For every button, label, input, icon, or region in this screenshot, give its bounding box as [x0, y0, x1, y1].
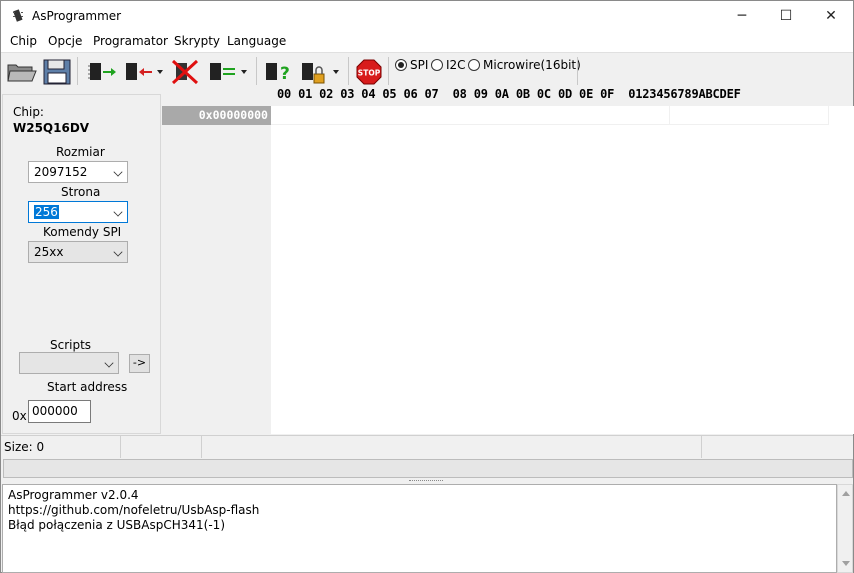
- verify-chip-icon[interactable]: [207, 57, 251, 87]
- chevron-down-icon: [113, 207, 123, 217]
- scripts-label: Scripts: [50, 338, 92, 352]
- toolbar-separator: [577, 57, 578, 85]
- log-line: Błąd połączenia z USBAspCH341(-1): [8, 518, 225, 532]
- chevron-down-icon: [113, 247, 123, 257]
- status-cell: [121, 436, 202, 458]
- page-select[interactable]: 256: [28, 201, 128, 223]
- log-scrollbar[interactable]: [837, 484, 853, 573]
- toolbar: ? STOP SPI I2C Microwire(16bit): [1, 52, 853, 90]
- menu-language[interactable]: Language: [227, 34, 286, 48]
- radio-spi-label: SPI: [410, 58, 429, 72]
- radio-i2c[interactable]: I2C: [431, 58, 466, 72]
- log-line: https://github.com/nofeletru/UsbAsp-flas…: [8, 503, 260, 517]
- hex-prefix-label: 0x: [12, 409, 27, 423]
- radio-microwire-indicator[interactable]: [468, 59, 480, 71]
- address-cell: 0x00000000: [162, 106, 271, 125]
- save-file-icon[interactable]: [42, 57, 72, 87]
- menu-opcje[interactable]: Opcje: [48, 34, 82, 48]
- size-value: 2097152: [34, 165, 88, 179]
- toolbar-separator: [77, 57, 78, 85]
- read-chip-icon[interactable]: [87, 57, 119, 87]
- page-label: Strona: [61, 185, 101, 199]
- toolbar-separator: [348, 57, 349, 85]
- minimize-button[interactable]: ─: [719, 1, 765, 31]
- window-title: AsProgrammer: [32, 9, 122, 23]
- status-bar: Size: 0: [1, 435, 853, 458]
- radio-spi-indicator[interactable]: [395, 59, 407, 71]
- menu-bar: Chip Opcje Programator Skrypty Language: [1, 31, 853, 52]
- progress-bar: [3, 459, 853, 478]
- row-divider: [271, 124, 829, 125]
- svg-text:?: ?: [280, 64, 290, 84]
- start-address-label: Start address: [47, 380, 128, 394]
- status-cell: [702, 436, 853, 458]
- run-script-button[interactable]: ->: [129, 354, 150, 373]
- radio-microwire-label: Microwire(16bit): [483, 58, 581, 72]
- toolbar-separator: [388, 57, 389, 85]
- column-divider: [828, 106, 829, 125]
- status-size: Size: 0: [1, 436, 121, 458]
- column-divider: [669, 106, 670, 125]
- close-button[interactable]: ✕: [808, 1, 854, 31]
- hex-column-header: 00 01 02 03 04 05 06 07 08 09 0A 0B 0C 0…: [277, 87, 741, 101]
- page-value: 256: [34, 205, 59, 219]
- check-blank-icon[interactable]: ?: [263, 57, 295, 87]
- address-column: [162, 106, 271, 434]
- spi-commands-select[interactable]: 25xx: [28, 241, 128, 263]
- log-output[interactable]: AsProgrammer v2.0.4 https://github.com/n…: [2, 484, 837, 573]
- status-cell: [202, 436, 702, 458]
- scroll-up-icon[interactable]: [842, 491, 850, 496]
- scroll-down-icon[interactable]: [842, 561, 850, 566]
- radio-i2c-indicator[interactable]: [431, 59, 443, 71]
- write-chip-icon[interactable]: [123, 57, 167, 87]
- chip-name: W25Q16DV: [13, 121, 90, 135]
- stop-icon[interactable]: STOP: [355, 57, 383, 87]
- maximize-button[interactable]: ☐: [763, 1, 809, 31]
- chevron-down-icon: [113, 167, 123, 177]
- erase-chip-icon[interactable]: [171, 57, 203, 87]
- menu-skrypty[interactable]: Skrypty: [174, 34, 220, 48]
- radio-i2c-label: I2C: [446, 58, 466, 72]
- chip-label: Chip:: [13, 105, 44, 119]
- start-address-input[interactable]: 000000: [28, 400, 91, 423]
- app-chip-icon: [13, 9, 23, 22]
- chip-settings-panel: Chip: W25Q16DV Rozmiar 2097152 Strona 25…: [2, 94, 161, 434]
- menu-chip[interactable]: Chip: [10, 34, 37, 48]
- size-label: Rozmiar: [56, 145, 105, 159]
- splitter-grip[interactable]: [409, 480, 443, 483]
- toolbar-separator: [256, 57, 257, 85]
- scripts-select[interactable]: [19, 352, 119, 374]
- chevron-down-icon: [104, 358, 114, 368]
- spi-commands-label: Komendy SPI: [43, 225, 122, 239]
- radio-spi[interactable]: SPI: [395, 58, 428, 72]
- spi-commands-value: 25xx: [34, 245, 64, 259]
- size-select[interactable]: 2097152: [28, 161, 128, 183]
- lock-chip-icon[interactable]: [299, 57, 343, 87]
- stop-label: STOP: [358, 69, 381, 78]
- log-line: AsProgrammer v2.0.4: [8, 488, 139, 502]
- menu-programator[interactable]: Programator: [93, 34, 168, 48]
- title-bar: AsProgrammer ─ ☐ ✕: [1, 1, 853, 31]
- open-file-icon[interactable]: [6, 57, 38, 87]
- application-window: AsProgrammer ─ ☐ ✕ Chip Opcje Programato…: [0, 0, 854, 573]
- radio-microwire[interactable]: Microwire(16bit): [468, 58, 581, 72]
